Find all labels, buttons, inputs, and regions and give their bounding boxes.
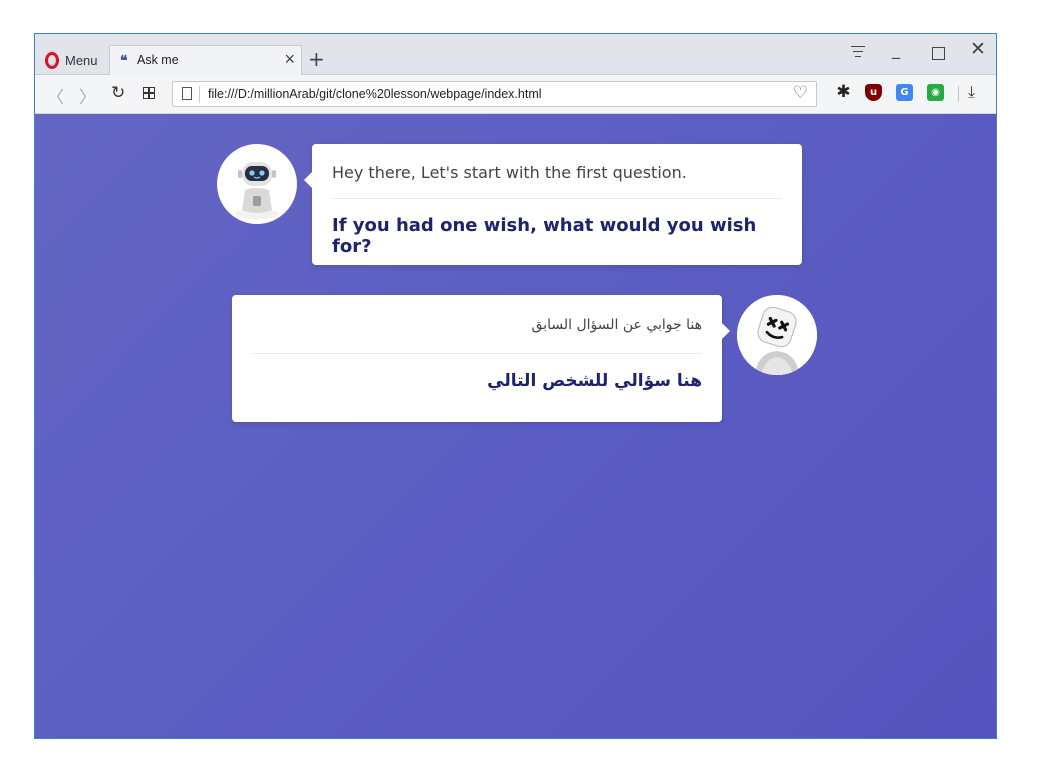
quote-icon: ❝: [120, 52, 128, 68]
divider: [252, 353, 702, 354]
user-next-question: هنا سؤالي للشخص التالي: [487, 371, 702, 391]
chat-page: Hey there, Let's start with the first qu…: [35, 114, 996, 738]
reload-icon[interactable]: ↻: [111, 83, 125, 103]
maximize-button[interactable]: [932, 47, 945, 60]
divider: [332, 198, 782, 199]
user-answer: هنا جوابي عن السؤال السابق: [531, 317, 702, 333]
bot-message-card: Hey there, Let's start with the first qu…: [304, 144, 802, 265]
download-icon[interactable]: ⤓: [968, 82, 975, 102]
opera-menu-button[interactable]: Menu: [45, 50, 98, 70]
tab-menu-icon[interactable]: [850, 46, 866, 60]
tab-title: Ask me: [137, 53, 179, 67]
url-text[interactable]: file:///D:/millionArab/git/clone%20lesso…: [208, 87, 542, 101]
user-message-card: هنا جوابي عن السؤال السابق هنا سؤالي للش…: [232, 295, 730, 422]
browser-window: Menu ❝ Ask me × + _ ✕ 〈 〉 ↻ file:///D:/m…: [34, 33, 997, 739]
gear-icon[interactable]: ✱: [835, 84, 852, 101]
new-tab-button[interactable]: +: [308, 47, 325, 71]
back-icon[interactable]: 〈: [47, 83, 64, 108]
ublock-icon[interactable]: u: [865, 84, 882, 101]
tab-ask-me[interactable]: ❝ Ask me ×: [109, 45, 302, 75]
close-window-button[interactable]: ✕: [970, 38, 986, 60]
green-extension-icon[interactable]: ◉: [927, 84, 944, 101]
menu-label: Menu: [65, 52, 98, 68]
tab-strip: Menu ❝ Ask me × + _ ✕: [35, 34, 996, 75]
address-bar[interactable]: file:///D:/millionArab/git/clone%20lesso…: [172, 81, 817, 107]
speed-dial-icon[interactable]: [143, 87, 155, 99]
address-toolbar: 〈 〉 ↻ file:///D:/millionArab/git/clone%2…: [35, 75, 996, 114]
opera-logo-icon: [45, 51, 59, 69]
robot-icon: [235, 162, 279, 219]
page-icon: [182, 87, 192, 100]
heart-icon[interactable]: ♡: [793, 83, 808, 103]
marshmello-icon: [737, 295, 817, 375]
robot-avatar: [217, 144, 297, 224]
forward-icon[interactable]: 〉: [79, 83, 96, 108]
minimize-button[interactable]: _: [892, 40, 900, 59]
close-tab-icon[interactable]: ×: [284, 49, 295, 70]
marshmello-avatar: [737, 295, 817, 375]
translate-icon[interactable]: G: [896, 84, 913, 101]
bot-greeting: Hey there, Let's start with the first qu…: [332, 163, 687, 182]
bot-question: If you had one wish, what would you wish…: [332, 215, 757, 257]
